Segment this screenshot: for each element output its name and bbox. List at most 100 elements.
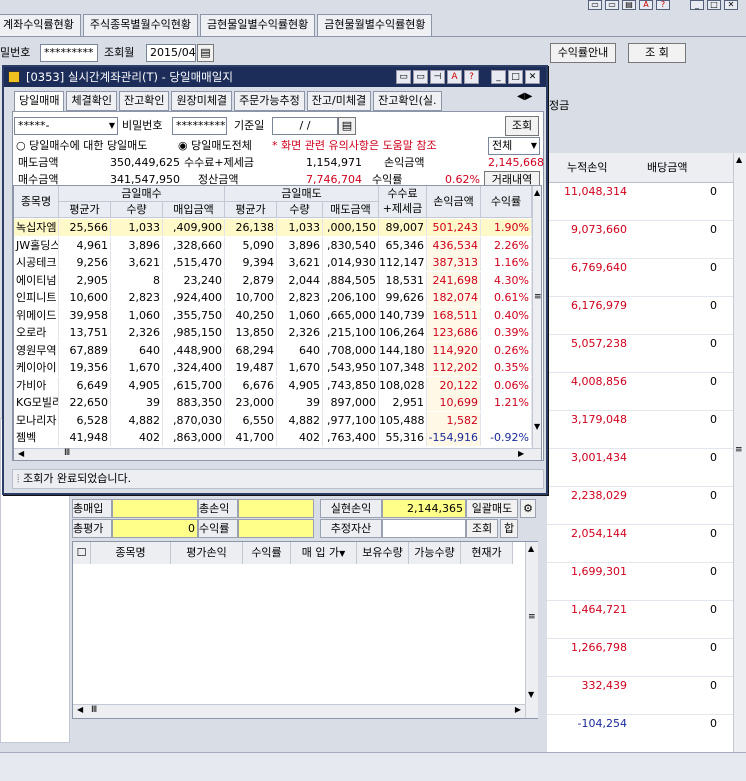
maximize-icon[interactable]: □ <box>508 70 523 84</box>
table-row[interactable]: 영원무역 67,889 640,448,900 68,294 640,708,000 14… <box>14 341 532 359</box>
tab-daily-trade[interactable]: 당일매매 <box>14 91 65 111</box>
table-row[interactable]: 4,008,856 0 <box>547 373 733 411</box>
table-row[interactable]: 에이티넘 2,905 8 23,240 2,879 2,044,884,505 18,531… <box>14 271 532 289</box>
lower-scrollbar[interactable]: ▲ ≡ ▼ <box>525 542 538 718</box>
minimize-icon[interactable]: _ <box>491 70 506 84</box>
table-row[interactable]: 332,439 0 <box>547 677 733 715</box>
table-row[interactable]: 위메이드 39,958 1,060,355,750 40,250 1,060,665,0… <box>14 306 532 324</box>
print-icon[interactable]: ▤ <box>622 0 636 10</box>
lower-hscrollbar[interactable]: ◀ Ⅲ ▶ <box>73 704 525 718</box>
table-row[interactable]: 시공테크 9,256 3,621,515,470 9,394 3,621,014,930… <box>14 254 532 271</box>
layout-icon[interactable]: ▭ <box>413 70 428 84</box>
table-row[interactable]: 가비아 6,649 4,905,615,700 6,676 4,905,743,850 1… <box>14 376 532 394</box>
grid-hscrollbar[interactable]: ◀ Ⅲ ▶ <box>14 448 541 460</box>
font-icon[interactable]: A <box>447 70 462 84</box>
layout-icon[interactable]: ▭ <box>605 0 619 10</box>
table-row[interactable]: 케이아이 19,356 1,670,324,400 19,487 1,670,543,9… <box>14 359 532 376</box>
right-scrollbar[interactable]: ▲ ≡ <box>733 153 746 763</box>
sum-button[interactable]: 합 <box>500 519 518 538</box>
scroll-down-icon[interactable]: ▼ <box>528 690 534 699</box>
table-row[interactable]: 모나리자 6,528 4,882,870,030 6,550 4,882,977,100… <box>14 411 532 429</box>
help-icon[interactable]: ? <box>656 0 670 10</box>
table-row[interactable]: 2,054,144 0 <box>547 525 733 563</box>
tab-balance-unfilled[interactable]: 잔고/미체결 <box>306 91 372 111</box>
buy-qty-cell: 402 <box>111 429 163 446</box>
chevron-down-icon[interactable]: ▼ <box>531 138 537 154</box>
scroll-down-icon[interactable]: ▼ <box>534 422 540 431</box>
tab-balance-real[interactable]: 잔고확인(실. <box>373 91 442 111</box>
table-row[interactable]: 1,464,721 0 <box>547 601 733 639</box>
account-select[interactable]: *****- ▼ <box>14 117 118 135</box>
table-row[interactable]: 1,266,798 0 <box>547 639 733 677</box>
scroll-thumb[interactable]: Ⅲ <box>91 705 97 715</box>
filter-select[interactable]: 전체 ▼ <box>488 137 540 155</box>
radio-same-day[interactable]: ○ 당일매수에 대한 당일매도 <box>16 138 147 154</box>
popup-title-bar[interactable]: [0353] 실시간계좌관리(T) - 당일매매일지 ▭ ▭ ⊣ A ? _ □… <box>4 67 546 87</box>
minimize-icon[interactable]: _ <box>690 0 704 10</box>
select-all-checkbox[interactable]: ☐ <box>73 542 91 564</box>
col-buy-price[interactable]: 매 입 가▼ <box>291 542 357 564</box>
table-row[interactable]: 6,176,979 0 <box>547 297 733 335</box>
scroll-left-icon[interactable]: ◀ <box>18 449 24 458</box>
table-row[interactable]: 녹십자엠 25,566 1,033,409,900 26,138 1,033,000,1… <box>14 219 532 236</box>
scroll-up-icon[interactable]: ▲ <box>534 188 540 197</box>
dropdown-icon[interactable]: ▼ <box>339 549 345 558</box>
tile-icon[interactable]: ▭ <box>588 0 602 10</box>
password-field[interactable]: ********* <box>40 44 98 62</box>
tab-account-return[interactable]: 계좌수익률현황 <box>0 14 81 36</box>
total-profit-field <box>238 499 314 518</box>
scroll-up-icon[interactable]: ▲ <box>736 155 742 164</box>
table-row[interactable]: 6,769,640 0 <box>547 259 733 297</box>
grid-scrollbar[interactable]: ▲ ≡ ▼ <box>532 186 541 448</box>
popup-search-button[interactable]: 조회 <box>505 116 539 136</box>
table-row[interactable]: JW홀딩스 4,961 3,896,328,660 5,090 3,896,830,54… <box>14 236 532 254</box>
maximize-icon[interactable]: □ <box>707 0 721 10</box>
radio-all-sell[interactable]: ◉ 당일매도전체 <box>178 138 252 154</box>
table-row[interactable]: 인피니트 10,600 2,823,924,400 10,700 2,823,206,1… <box>14 289 532 306</box>
lower-search-button[interactable]: 조회 <box>466 519 498 538</box>
table-row[interactable]: 9,073,660 0 <box>547 221 733 259</box>
table-row[interactable]: 1,699,301 0 <box>547 563 733 601</box>
close-icon[interactable]: ✕ <box>724 0 738 10</box>
scroll-right-icon[interactable]: ▶ <box>515 705 521 714</box>
calendar-icon[interactable]: ▤ <box>338 117 356 135</box>
calendar-icon[interactable]: ▤ <box>197 44 214 62</box>
settings-icon[interactable]: ⚙ <box>520 499 536 518</box>
search-button[interactable]: 조 회 <box>628 43 686 63</box>
bulk-sell-button[interactable]: 일괄매도 <box>466 499 518 518</box>
tile-icon[interactable]: ▭ <box>396 70 411 84</box>
pin-icon[interactable]: ⊣ <box>430 70 445 84</box>
chevron-down-icon[interactable]: ▼ <box>109 118 115 134</box>
scroll-thumb[interactable]: ≡ <box>528 612 536 622</box>
scroll-up-icon[interactable]: ▲ <box>528 544 534 553</box>
table-row[interactable]: 5,057,238 0 <box>547 335 733 373</box>
scroll-right-icon[interactable]: ▶ <box>518 449 524 458</box>
tab-scroll-icon[interactable]: ◀▶ <box>517 91 532 102</box>
tab-balance[interactable]: 잔고확인 <box>118 91 170 111</box>
popup-password-field[interactable]: ********* <box>172 117 227 135</box>
tab-gold-daily[interactable]: 금현물일별수익률현황 <box>200 14 316 36</box>
base-date-field[interactable]: / / <box>272 117 338 135</box>
tab-ledger-unfilled[interactable]: 원장미체결 <box>171 91 233 111</box>
font-icon[interactable]: A <box>639 0 653 10</box>
table-row[interactable]: 3,001,434 0 <box>547 449 733 487</box>
scroll-left-icon[interactable]: ◀ <box>77 705 83 714</box>
tab-stock-monthly[interactable]: 주식종목별월수익현황 <box>82 14 199 36</box>
table-row[interactable]: 젬벡 41,948 402,863,000 41,700 402,763,400 55,3… <box>14 429 532 446</box>
help-icon[interactable]: ? <box>464 70 479 84</box>
table-row[interactable]: KG모빌리 22,650 39 883,350 23,000 39 897,000 2,951… <box>14 394 532 411</box>
tab-gold-monthly[interactable]: 금현물월별수익률현황 <box>317 14 433 36</box>
close-icon[interactable]: ✕ <box>525 70 540 84</box>
month-field[interactable]: 2015/04 <box>146 44 196 62</box>
table-row[interactable]: 2,238,029 0 <box>547 487 733 525</box>
scroll-thumb[interactable]: ≡ <box>735 445 743 455</box>
guide-button[interactable]: 수익률안내 <box>550 43 616 63</box>
tab-execution[interactable]: 체결확인 <box>66 91 117 111</box>
scroll-thumb[interactable]: Ⅲ <box>64 448 70 458</box>
table-row[interactable]: 3,179,048 0 <box>547 411 733 449</box>
table-row[interactable]: 오로라 13,751 2,326,985,150 13,850 2,326,215,10… <box>14 324 532 341</box>
table-row[interactable]: -104,254 0 <box>547 715 733 753</box>
table-row[interactable]: 11,048,314 0 <box>547 183 733 221</box>
scroll-thumb[interactable]: ≡ <box>534 292 541 302</box>
tab-orderable[interactable]: 주문가능추정 <box>234 91 305 111</box>
